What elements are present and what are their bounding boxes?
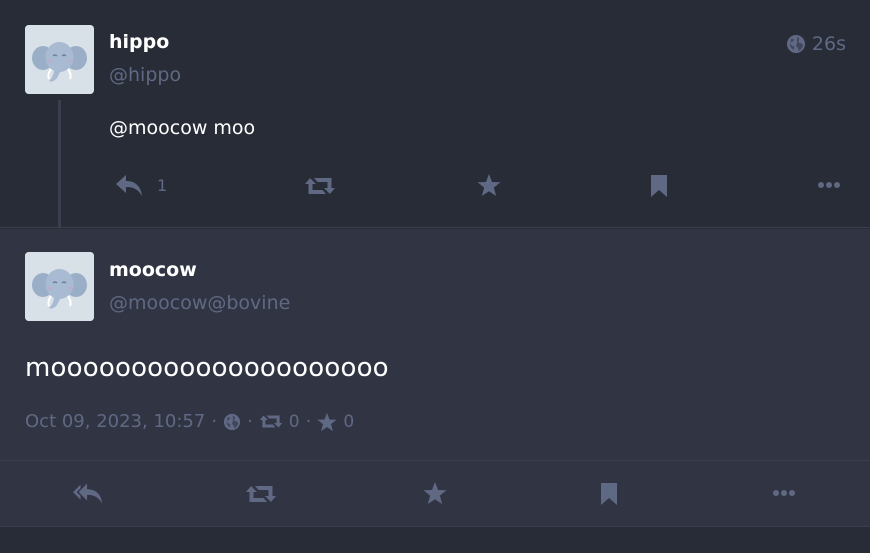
boost-icon [259,413,283,430]
status-content: mooooooooooooooooooooo [25,353,389,383]
timeline-end [0,527,870,553]
detailed-status: moocow @moocow@bovine mooooooooooooooooo… [0,229,870,461]
status-content: @moocow moo [109,117,256,139]
star-icon [317,412,337,432]
more-button[interactable] [818,181,840,189]
status-meta: Oct 09, 2023, 10:57 · · 0 · 0 [25,411,354,432]
boost-button[interactable] [304,175,336,197]
meta-separator: · [211,411,218,432]
avatar-hippo[interactable] [25,25,94,94]
globe-icon [223,413,241,431]
boost-icon [304,175,336,197]
meta-separator: · [305,411,312,432]
star-icon [477,173,501,197]
favourite-button[interactable] [423,481,447,505]
favourite-count-link[interactable]: 0 [343,412,354,432]
status-time-link[interactable]: 26s [786,33,846,55]
bookmark-button[interactable] [650,174,668,198]
reply-count: 1 [157,175,168,195]
boost-button[interactable] [245,483,277,505]
star-icon [423,481,447,505]
reply-button[interactable]: 1 [115,173,167,197]
reply-button[interactable] [73,481,103,505]
detailed-action-bar [0,461,870,527]
account-handle[interactable]: @moocow@bovine [109,292,290,314]
relative-time: 26s [811,33,846,55]
account-handle[interactable]: @hippo [109,64,181,86]
more-icon [818,181,840,189]
reply-icon [115,173,143,197]
bookmark-icon [650,174,668,198]
meta-separator: · [247,411,253,432]
display-name[interactable]: moocow [109,259,197,281]
more-icon [773,489,795,497]
display-name[interactable]: hippo [109,31,169,53]
boost-icon [245,483,277,505]
avatar-moocow[interactable] [25,252,94,321]
more-button[interactable] [773,489,795,497]
bookmark-icon [600,482,618,506]
timestamp-link[interactable]: Oct 09, 2023, 10:57 [25,411,205,432]
thread-line [58,100,61,228]
favourite-button[interactable] [477,173,501,197]
parent-status[interactable]: hippo @hippo 26s @moocow moo 1 [0,0,870,228]
bookmark-button[interactable] [600,482,618,506]
boost-count-link[interactable]: 0 [289,412,300,432]
globe-icon [786,34,806,54]
reply-all-icon [73,481,103,505]
elephant-avatar-icon [25,25,94,94]
elephant-avatar-icon [25,252,94,321]
